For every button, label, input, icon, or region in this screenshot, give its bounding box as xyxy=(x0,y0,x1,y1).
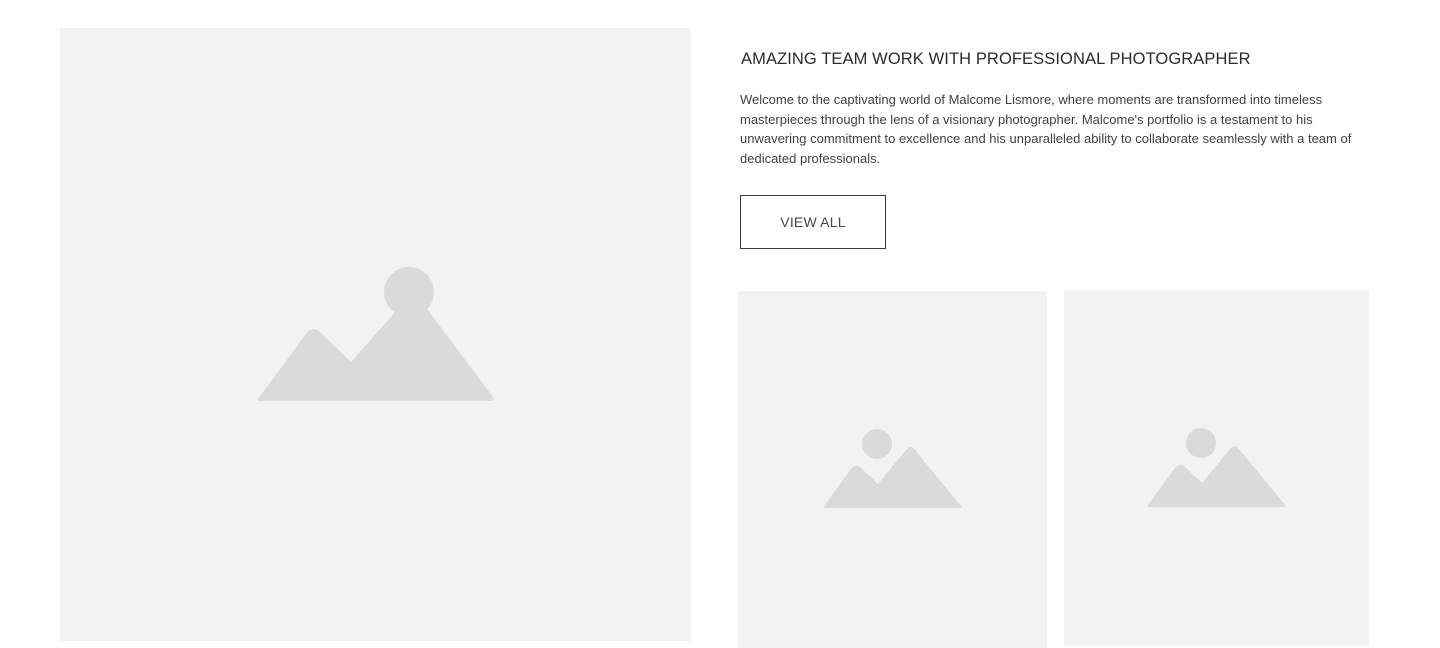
main-image xyxy=(60,28,691,641)
view-all-button[interactable]: VIEW ALL xyxy=(740,195,886,249)
image-placeholder-icon xyxy=(823,429,962,508)
secondary-image-2 xyxy=(1064,290,1369,646)
gallery-section: AMAZING TEAM WORK WITH PROFESSIONAL PHOT… xyxy=(0,0,1440,648)
section-description: Welcome to the captivating world of Malc… xyxy=(740,92,1352,166)
secondary-image-1 xyxy=(738,291,1047,648)
image-placeholder-icon xyxy=(1147,428,1286,507)
section-heading: AMAZING TEAM WORK WITH PROFESSIONAL PHOT… xyxy=(741,50,1251,68)
image-placeholder-icon xyxy=(257,267,494,401)
